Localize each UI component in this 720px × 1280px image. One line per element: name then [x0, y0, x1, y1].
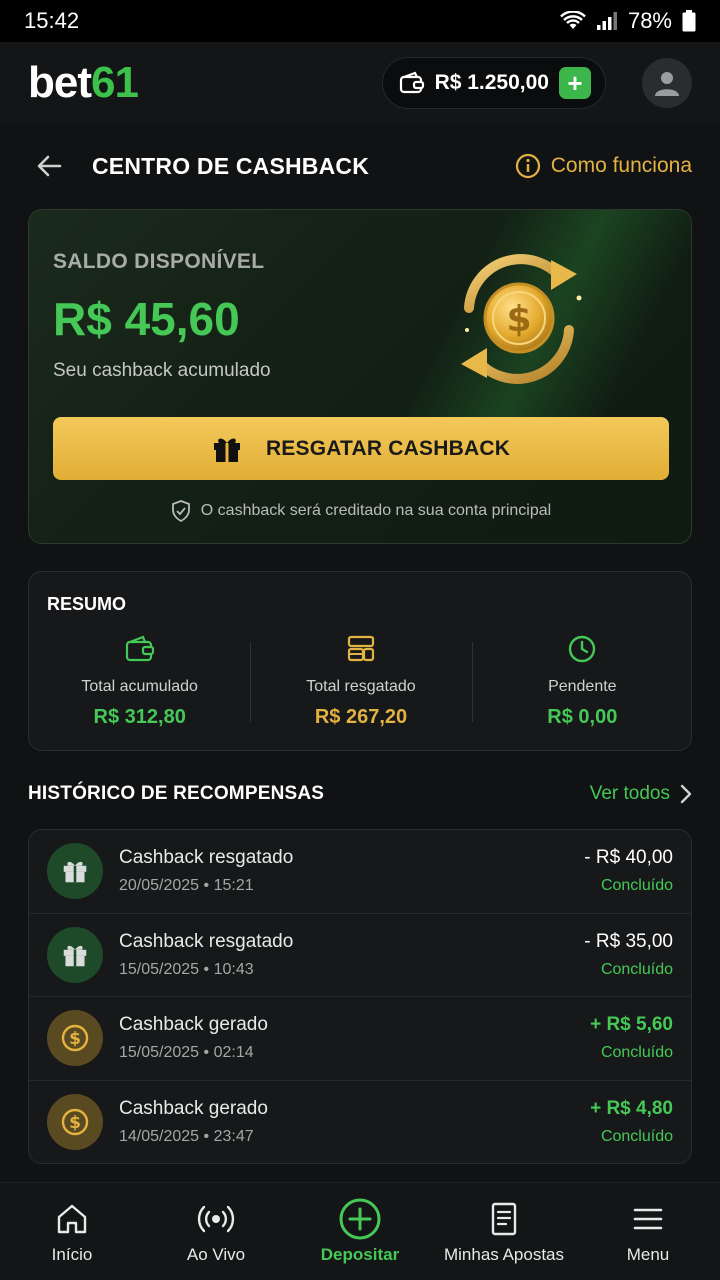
status-icons: 78%: [560, 8, 696, 34]
history-row[interactable]: $ Cashback gerado 15/05/2025 • 02:14 + R…: [29, 997, 691, 1081]
svg-text:$: $: [69, 1029, 81, 1049]
signal-icon: [596, 12, 617, 30]
user-icon: [655, 72, 679, 96]
coin-icon: $: [47, 1094, 103, 1151]
status-bar: 15:42 78%: [0, 0, 720, 42]
nav-label: Início: [51, 1244, 93, 1264]
bottom-navigation: Início Ao Vivo Depositar Minhas Apostas …: [0, 1182, 720, 1280]
history-amount: - R$ 35,00: [584, 930, 673, 952]
how-it-works-label: Como funciona: [550, 154, 692, 177]
history-amount: + R$ 4,80: [590, 1098, 673, 1120]
summary-label: Total resgatado: [306, 678, 416, 695]
plus-circle-icon: [339, 1198, 381, 1239]
logo-text-white: bet: [28, 58, 92, 107]
history-amount: + R$ 5,60: [590, 1014, 673, 1036]
summary-label: Total acumulado: [81, 678, 198, 695]
history-date: 15/05/2025 • 10:43: [119, 960, 254, 978]
history-title: HISTÓRICO DE RECOMPENSAS: [28, 783, 325, 804]
nav-item-my-bets[interactable]: Minhas Apostas: [432, 1183, 576, 1280]
live-icon: [197, 1205, 235, 1232]
battery-icon: [682, 10, 696, 32]
redeem-cashback-button[interactable]: RESGATAR CASHBACK: [53, 417, 669, 480]
history-row[interactable]: Cashback resgatado 20/05/2025 • 15:21 - …: [29, 830, 691, 914]
nav-label: Menu: [626, 1244, 670, 1264]
svg-text:$: $: [69, 1113, 81, 1133]
history-title-text: Cashback resgatado: [119, 847, 294, 869]
nav-label: Depositar: [320, 1244, 400, 1264]
user-avatar[interactable]: [642, 58, 692, 108]
shield-check-icon: [171, 500, 190, 522]
history-row[interactable]: $ Cashback gerado 14/05/2025 • 23:47 + R…: [29, 1081, 691, 1164]
receipt-icon: [491, 1202, 517, 1235]
nav-label: Minhas Apostas: [443, 1244, 564, 1264]
stack-icon: [347, 635, 375, 662]
gift-icon: [47, 843, 103, 900]
brand-logo[interactable]: bet61: [28, 58, 139, 107]
cashback-coin-icon: $: [461, 254, 582, 384]
see-all-link[interactable]: Ver todos: [590, 783, 692, 805]
wifi-icon: [560, 11, 586, 29]
cashback-balance-card: SALDO DISPONÍVEL R$ 45,60 Seu cashback a…: [28, 209, 692, 544]
summary-total-redeemed: Total resgatado R$ 267,20: [250, 630, 471, 740]
history-status: Concluído: [600, 1044, 673, 1062]
history-amount: - R$ 40,00: [584, 847, 673, 869]
history-row[interactable]: Cashback resgatado 15/05/2025 • 10:43 - …: [29, 914, 691, 997]
chevron-right-icon: [680, 784, 692, 804]
status-time: 15:42: [24, 8, 80, 33]
svg-text:$: $: [506, 299, 531, 340]
summary-card: RESUMO Total acumulado R$ 312,80 Total r…: [28, 571, 692, 751]
nav-item-home[interactable]: Início: [0, 1183, 144, 1280]
wallet-balance-pill[interactable]: R$ 1.250,00 +: [381, 57, 606, 109]
gift-icon: [47, 926, 103, 983]
how-it-works-link[interactable]: Como funciona: [515, 153, 692, 179]
history-status: Concluído: [600, 1128, 673, 1146]
credit-note: O cashback será creditado na sua conta p…: [29, 500, 691, 522]
page-title: CENTRO DE CASHBACK: [92, 152, 370, 179]
history-title-text: Cashback gerado: [119, 1014, 268, 1036]
redeem-button-label: RESGATAR CASHBACK: [265, 436, 511, 460]
summary-value: R$ 0,00: [547, 706, 618, 728]
history-header: HISTÓRICO DE RECOMPENSAS Ver todos: [28, 776, 692, 812]
history-list: Cashback resgatado 20/05/2025 • 15:21 - …: [28, 829, 692, 1164]
info-icon: [515, 153, 540, 179]
nav-item-live[interactable]: Ao Vivo: [144, 1183, 288, 1280]
summary-value: R$ 267,20: [314, 706, 408, 728]
balance-label: SALDO DISPONÍVEL: [53, 250, 265, 273]
clock-icon: [569, 635, 596, 663]
nav-item-deposit[interactable]: Depositar: [288, 1183, 432, 1280]
summary-pending: Pendente R$ 0,00: [471, 630, 693, 740]
wallet-icon: [399, 71, 424, 94]
history-title-text: Cashback resgatado: [119, 930, 294, 952]
history-status: Concluído: [600, 960, 673, 978]
add-funds-button[interactable]: +: [559, 67, 591, 99]
nav-label: Ao Vivo: [186, 1244, 246, 1264]
page-header: CENTRO DE CASHBACK Como funciona: [0, 124, 720, 208]
wallet-amount: R$ 1.250,00: [434, 71, 549, 94]
logo-text-green: 61: [91, 58, 139, 107]
summary-label: Pendente: [548, 678, 617, 695]
wallet-icon: [125, 635, 154, 662]
summary-total-accumulated: Total acumulado R$ 312,80: [29, 630, 250, 740]
coin-icon: $: [47, 1010, 103, 1067]
history-date: 15/05/2025 • 02:14: [119, 1044, 254, 1062]
gift-icon: [213, 437, 240, 462]
balance-subtitle: Seu cashback acumulado: [53, 360, 271, 381]
history-title-text: Cashback gerado: [119, 1098, 268, 1120]
history-date: 14/05/2025 • 23:47: [119, 1128, 254, 1146]
history-date: 20/05/2025 • 15:21: [119, 877, 254, 895]
summary-value: R$ 312,80: [93, 706, 186, 728]
app-bar: bet61 R$ 1.250,00 +: [0, 42, 720, 124]
history-status: Concluído: [600, 877, 673, 895]
back-arrow-icon[interactable]: [36, 153, 62, 179]
see-all-label: Ver todos: [589, 783, 670, 804]
home-icon: [57, 1204, 87, 1233]
summary-title: RESUMO: [47, 594, 127, 614]
hamburger-icon: [633, 1208, 663, 1229]
balance-amount: R$ 45,60: [53, 293, 240, 345]
credit-note-text: O cashback será creditado na sua conta p…: [200, 502, 552, 519]
nav-item-menu[interactable]: Menu: [576, 1183, 720, 1280]
battery-percent: 78%: [627, 8, 672, 33]
